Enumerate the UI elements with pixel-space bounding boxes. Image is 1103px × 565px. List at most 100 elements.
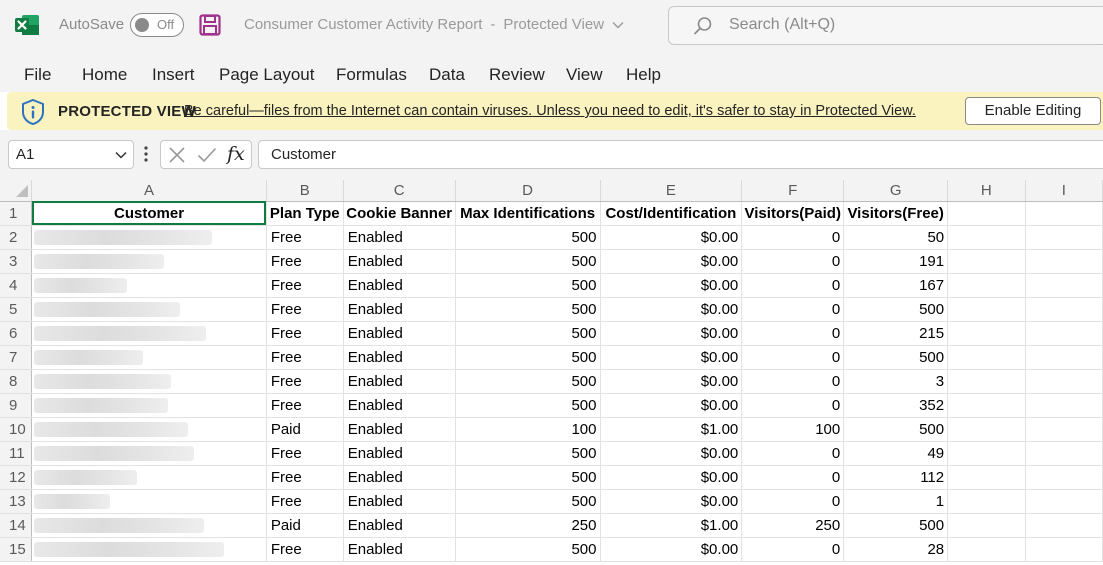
empty-cell[interactable]	[947, 321, 1026, 346]
select-all-corner[interactable]	[16, 185, 28, 197]
cell-cost-identification[interactable]: $0.00	[600, 273, 743, 298]
menu-formulas[interactable]: Formulas	[336, 65, 407, 85]
empty-cell[interactable]	[947, 441, 1026, 466]
menu-file[interactable]: File	[24, 65, 51, 85]
cell-visitors-paid[interactable]: 0	[741, 249, 845, 274]
column-header-i[interactable]: I	[1025, 180, 1103, 202]
menu-data[interactable]: Data	[429, 65, 465, 85]
cell-plan-type[interactable]: Free	[266, 489, 344, 514]
cell-cookie-banner[interactable]: Enabled	[343, 225, 456, 250]
cell-cost-identification[interactable]: $0.00	[600, 537, 743, 562]
menu-insert[interactable]: Insert	[152, 65, 195, 85]
column-header-f[interactable]: F	[741, 180, 845, 202]
chevron-down-icon[interactable]	[115, 150, 127, 160]
empty-cell[interactable]	[1025, 537, 1103, 562]
name-box[interactable]: A1	[8, 140, 134, 169]
document-title-area[interactable]: Consumer Customer Activity Report - Protec…	[244, 16, 624, 33]
cell-visitors-free[interactable]: 215	[843, 321, 949, 346]
cell-plan-type[interactable]: Free	[266, 465, 344, 490]
row-header[interactable]: 1	[0, 201, 33, 226]
empty-cell[interactable]	[947, 201, 1026, 226]
row-header[interactable]: 2	[0, 225, 33, 250]
cell-customer-redacted[interactable]	[31, 489, 267, 514]
empty-cell[interactable]	[947, 249, 1026, 274]
row-header[interactable]: 6	[0, 321, 33, 346]
empty-cell[interactable]	[1025, 225, 1103, 250]
menu-help[interactable]: Help	[626, 65, 661, 85]
cell-plan-type-header[interactable]: Plan Type	[266, 201, 344, 226]
cell-cost-identification-header[interactable]: Cost/Identification	[600, 201, 743, 226]
cell-cost-identification[interactable]: $1.00	[600, 417, 743, 442]
empty-cell[interactable]	[1025, 489, 1103, 514]
menu-page-layout[interactable]: Page Layout	[219, 65, 314, 85]
empty-cell[interactable]	[1025, 249, 1103, 274]
cell-visitors-paid-header[interactable]: Visitors(Paid)	[741, 201, 845, 226]
cell-max-identifications[interactable]: 500	[455, 537, 601, 562]
column-header-d[interactable]: D	[455, 180, 601, 202]
cell-visitors-free[interactable]: 352	[843, 393, 949, 418]
cell-cost-identification[interactable]: $0.00	[600, 249, 743, 274]
cell-plan-type[interactable]: Free	[266, 393, 344, 418]
cell-visitors-paid[interactable]: 0	[741, 441, 845, 466]
row-header[interactable]: 14	[0, 513, 33, 538]
empty-cell[interactable]	[947, 345, 1026, 370]
cell-cost-identification[interactable]: $0.00	[600, 225, 743, 250]
cell-visitors-paid[interactable]: 0	[741, 369, 845, 394]
empty-cell[interactable]	[1025, 201, 1103, 226]
empty-cell[interactable]	[947, 537, 1026, 562]
empty-cell[interactable]	[1025, 417, 1103, 442]
cell-cost-identification[interactable]: $1.00	[600, 513, 743, 538]
cell-visitors-paid[interactable]: 0	[741, 273, 845, 298]
cell-customer-redacted[interactable]	[31, 441, 267, 466]
cell-plan-type[interactable]: Free	[266, 273, 344, 298]
cell-max-identifications-header[interactable]: Max Identifications	[455, 201, 601, 226]
cell-plan-type[interactable]: Free	[266, 249, 344, 274]
cell-visitors-free[interactable]: 500	[843, 513, 949, 538]
cell-max-identifications[interactable]: 100	[455, 417, 601, 442]
empty-cell[interactable]	[1025, 513, 1103, 538]
empty-cell[interactable]	[1025, 273, 1103, 298]
column-header-c[interactable]: C	[343, 180, 456, 202]
cell-customer-redacted[interactable]	[31, 369, 267, 394]
cell-customer-redacted[interactable]	[31, 465, 267, 490]
cell-cookie-banner[interactable]: Enabled	[343, 441, 456, 466]
cell-customer-redacted[interactable]	[31, 345, 267, 370]
menu-view[interactable]: View	[566, 65, 603, 85]
menu-home[interactable]: Home	[82, 65, 127, 85]
cell-customer-redacted[interactable]	[31, 225, 267, 250]
cell-visitors-free[interactable]: 191	[843, 249, 949, 274]
cell-cost-identification[interactable]: $0.00	[600, 321, 743, 346]
cell-visitors-paid[interactable]: 0	[741, 489, 845, 514]
cell-cookie-banner[interactable]: Enabled	[343, 393, 456, 418]
cell-cost-identification[interactable]: $0.00	[600, 441, 743, 466]
cell-customer-redacted[interactable]	[31, 513, 267, 538]
cell-cookie-banner[interactable]: Enabled	[343, 369, 456, 394]
empty-cell[interactable]	[947, 513, 1026, 538]
cell-visitors-paid[interactable]: 0	[741, 225, 845, 250]
cell-visitors-free[interactable]: 28	[843, 537, 949, 562]
cell-cookie-banner[interactable]: Enabled	[343, 489, 456, 514]
cell-customer-redacted[interactable]	[31, 249, 267, 274]
cell-cookie-banner[interactable]: Enabled	[343, 465, 456, 490]
cell-customer-redacted[interactable]	[31, 393, 267, 418]
empty-cell[interactable]	[947, 417, 1026, 442]
cell-cookie-banner[interactable]: Enabled	[343, 513, 456, 538]
cell-customer-redacted[interactable]	[31, 273, 267, 298]
cell-plan-type[interactable]: Paid	[266, 417, 344, 442]
cell-plan-type[interactable]: Free	[266, 321, 344, 346]
cell-customer-redacted[interactable]	[31, 321, 267, 346]
cell-customer-redacted[interactable]	[31, 417, 267, 442]
cell-plan-type[interactable]: Free	[266, 345, 344, 370]
empty-cell[interactable]	[1025, 393, 1103, 418]
more-vertical-icon[interactable]	[143, 144, 149, 164]
column-header-b[interactable]: B	[266, 180, 344, 202]
cell-visitors-free[interactable]: 167	[843, 273, 949, 298]
cell-plan-type[interactable]: Free	[266, 441, 344, 466]
cell-plan-type[interactable]: Free	[266, 537, 344, 562]
cell-visitors-free[interactable]: 500	[843, 417, 949, 442]
column-header-e[interactable]: E	[600, 180, 743, 202]
cell-cost-identification[interactable]: $0.00	[600, 393, 743, 418]
cell-visitors-free[interactable]: 112	[843, 465, 949, 490]
cell-cookie-banner[interactable]: Enabled	[343, 249, 456, 274]
column-header-g[interactable]: G	[843, 180, 949, 202]
